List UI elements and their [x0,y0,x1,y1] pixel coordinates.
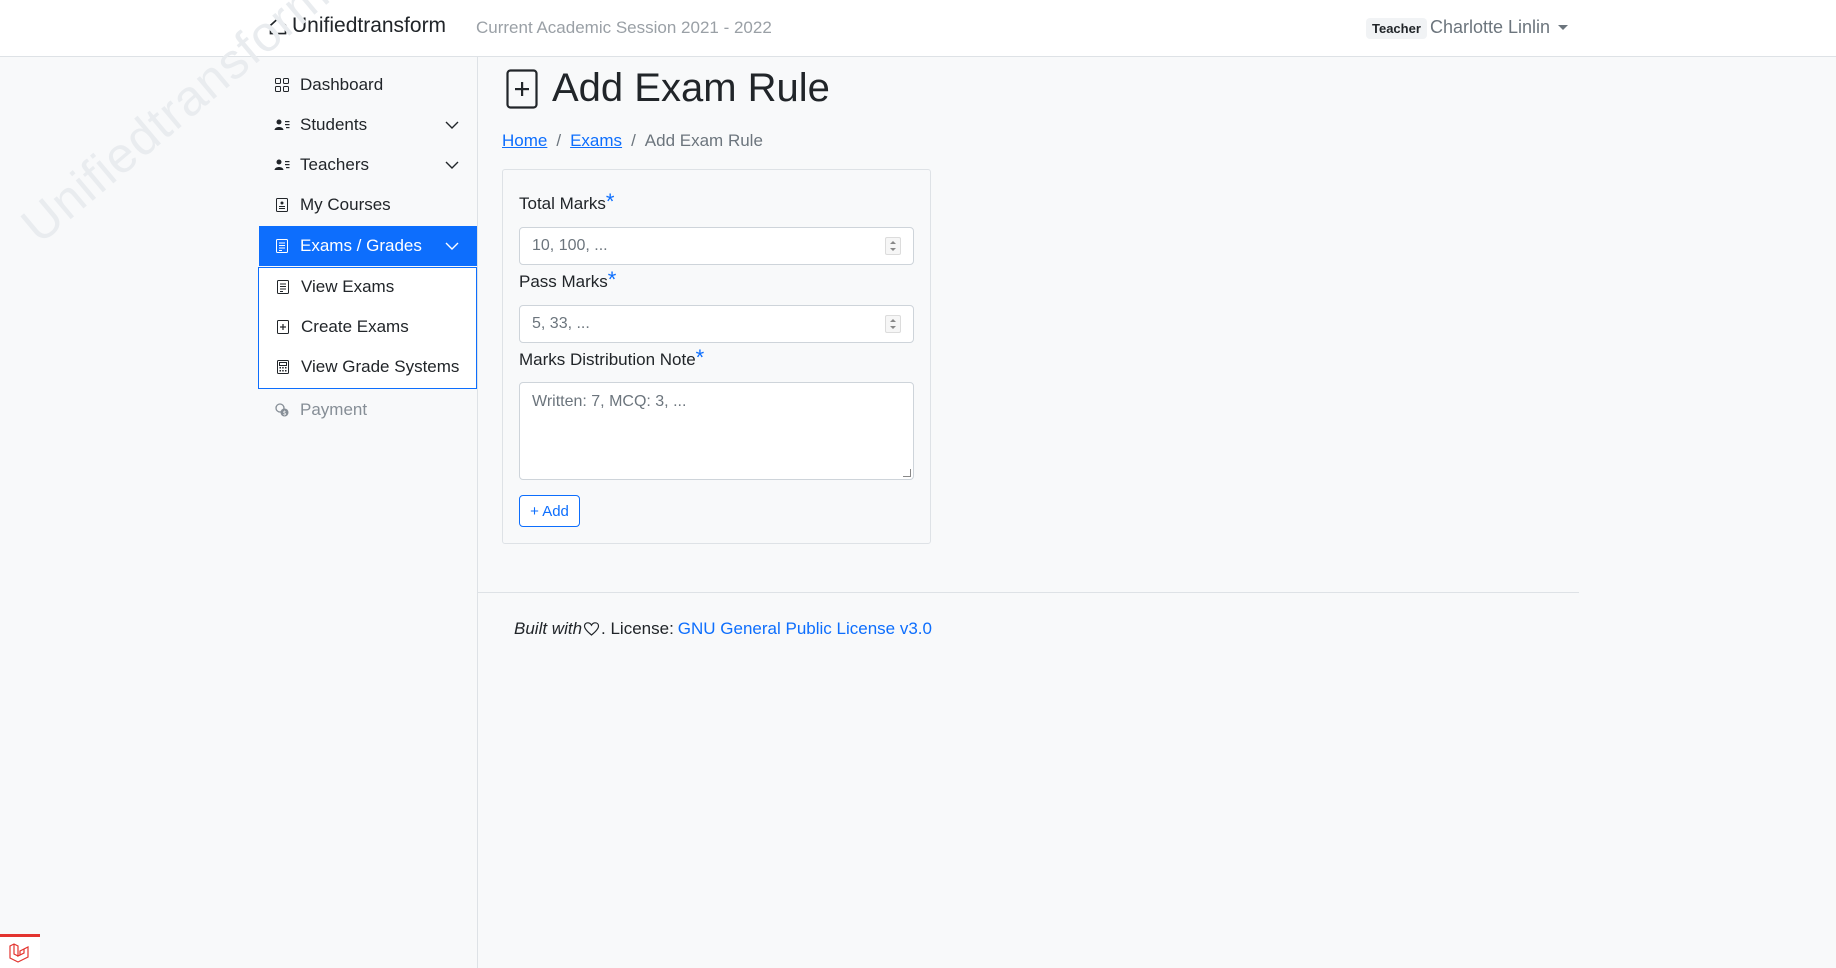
user-dropdown[interactable]: Charlotte Linlin [1430,17,1569,38]
file-plus-icon [506,68,538,109]
sidebar-item-label: Exams / Grades [300,236,422,255]
heart-icon [583,622,600,636]
submenu-item-view-grade-systems[interactable]: View Grade Systems [259,348,476,386]
laravel-icon [9,943,29,963]
role-badge: Teacher [1366,18,1427,39]
required-mark: * [695,345,705,370]
chevron-down-icon [445,161,459,169]
sidebar-item-dashboard[interactable]: Dashboard [259,65,477,105]
chevron-down-icon [445,121,459,129]
breadcrumb-exams[interactable]: Exams [570,131,622,151]
breadcrumb-current: Add Exam Rule [644,131,763,150]
sidebar-item-label: My Courses [300,195,391,214]
person-lines-icon [274,119,290,130]
sidebar-item-teachers[interactable]: Teachers [259,145,477,185]
coins-icon: $ [275,403,289,417]
pass-marks-placeholder: 5, 33, ... [532,315,590,332]
required-mark: * [607,267,617,292]
grid-icon [275,78,289,92]
breadcrumb: Home / Exams / Add Exam Rule [502,131,763,151]
sidebar-item-my-courses[interactable]: My Courses [259,185,477,225]
caret-down-icon [1558,25,1569,30]
submenu-item-view-exams[interactable]: View Exams [259,268,476,306]
exams-submenu: View Exams Create Exams View Grade Syste… [258,267,477,389]
submenu-item-create-exams[interactable]: Create Exams [259,308,476,346]
academic-session: Current Academic Session 2021 - 2022 [476,18,772,37]
breadcrumb-home[interactable]: Home [502,131,547,151]
breadcrumb-separator: / [631,131,636,150]
sidebar-item-students[interactable]: Students [259,105,477,145]
person-lines-icon [274,159,290,170]
number-spinner-icon[interactable] [885,237,901,255]
submenu-item-label: View Exams [301,277,395,296]
journal-icon [276,198,288,212]
sidebar-item-exams-grades[interactable]: Exams / Grades [259,226,477,266]
submenu-item-label: Create Exams [301,317,409,336]
sidebar-item-label: Payment [300,400,368,419]
svg-text:$: $ [283,410,287,417]
total-marks-placeholder: 10, 100, ... [532,237,608,254]
sidebar-item-label: Dashboard [300,75,384,94]
add-button[interactable]: + Add [519,495,580,527]
built-with-text: Built with [514,619,583,638]
resize-handle-icon[interactable] [903,469,911,477]
license-prefix: . License: [601,619,674,638]
submenu-item-label: View Grade Systems [301,357,460,376]
required-mark: * [605,189,615,214]
user-name: Charlotte Linlin [1430,17,1551,37]
page-title-text: Add Exam Rule [552,66,830,110]
note-placeholder: Written: 7, MCQ: 3, ... [532,393,687,410]
debug-toolbar-logo[interactable] [0,934,40,968]
total-marks-input[interactable]: 10, 100, ... [519,227,914,265]
file-text-icon [276,239,288,253]
license-link[interactable]: GNU General Public License v3.0 [678,619,932,639]
total-marks-label-text: Total Marks [519,194,606,213]
page-title: Add Exam Rule [506,66,830,111]
note-label: Marks Distribution Note* [519,347,704,370]
note-label-text: Marks Distribution Note [519,350,696,369]
pass-marks-input[interactable]: 5, 33, ... [519,305,914,343]
number-spinner-icon[interactable] [885,315,901,333]
exam-rule-form: Total Marks* 10, 100, ... Pass Marks* 5,… [502,169,931,544]
total-marks-label: Total Marks* [519,191,614,214]
footer-divider [478,592,1579,593]
pass-marks-label: Pass Marks* [519,269,616,292]
file-plus-icon [277,320,289,334]
chevron-down-icon [445,242,459,250]
footer: Built with . License: GNU General Public… [514,619,932,639]
pass-marks-label-text: Pass Marks [519,272,608,291]
sidebar-item-label: Students [300,115,368,134]
marks-distribution-note-textarea[interactable]: Written: 7, MCQ: 3, ... [519,382,914,480]
sidebar-item-label: Teachers [300,155,369,174]
sidebar-divider [477,57,478,968]
sidebar-item-payment[interactable]: $ Payment [259,390,477,430]
file-text-icon [277,280,289,294]
breadcrumb-separator: / [556,131,562,150]
calculator-icon [277,360,289,374]
